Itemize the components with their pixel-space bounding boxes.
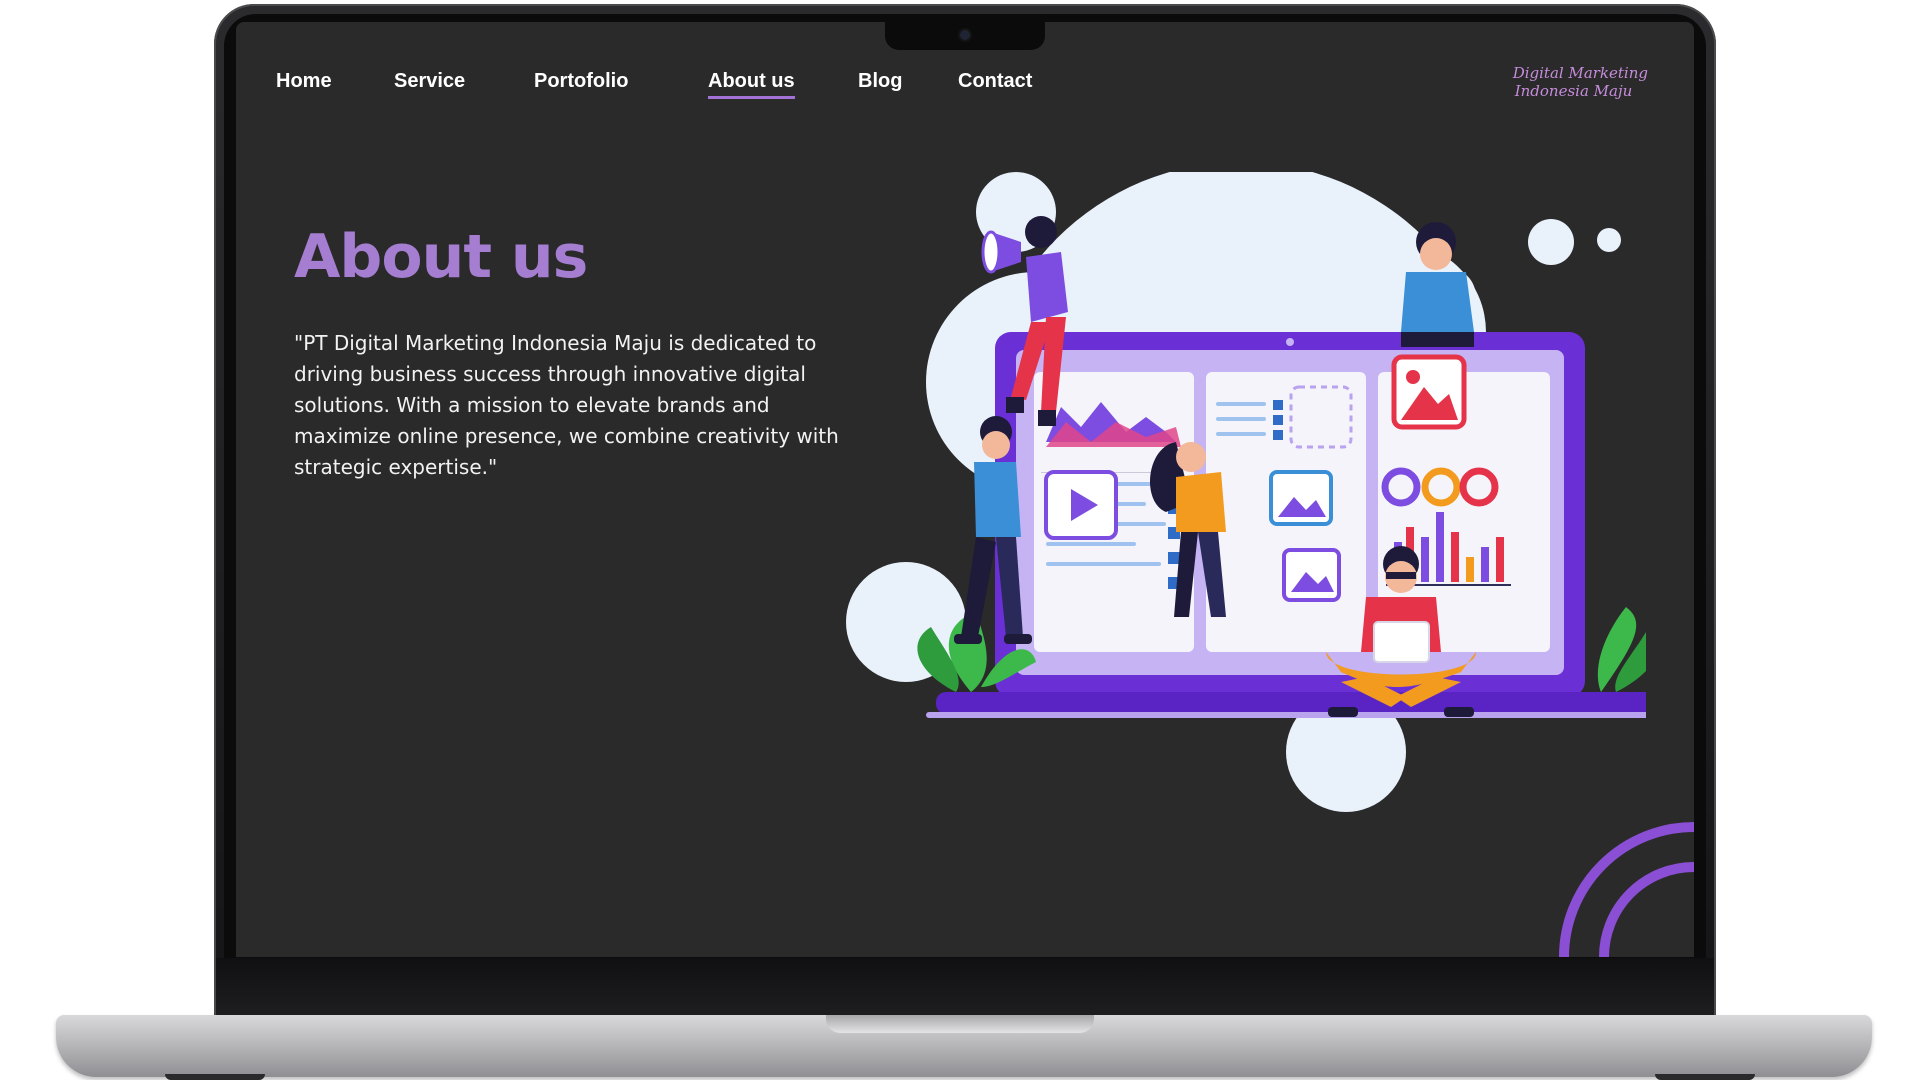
- nav-blog[interactable]: Blog: [858, 70, 902, 93]
- page-title: About us: [294, 222, 588, 292]
- camera-icon: [960, 30, 970, 40]
- nav-home[interactable]: Home: [276, 70, 332, 93]
- brand-logo[interactable]: Digital Marketing Indonesia Maju: [1513, 64, 1648, 100]
- about-description: "PT Digital Marketing Indonesia Maju is …: [294, 331, 839, 479]
- decorative-arcs: [1559, 822, 1694, 957]
- nav-contact[interactable]: Contact: [958, 70, 1032, 93]
- team-illustration: [846, 172, 1646, 812]
- website-screen: Home Service Portofolio About us Blog Co…: [236, 22, 1694, 957]
- nav-portofolio[interactable]: Portofolio: [534, 70, 628, 93]
- plant-right: [1597, 607, 1646, 692]
- laptop-foot-left: [165, 1074, 265, 1080]
- laptop-groove: [826, 1015, 1094, 1033]
- laptop-chin: [216, 958, 1714, 1016]
- nav-about-us[interactable]: About us: [708, 70, 795, 99]
- nav-service[interactable]: Service: [394, 70, 465, 93]
- camera-notch: [885, 22, 1045, 50]
- laptop-foot-right: [1655, 1074, 1755, 1080]
- brand-line-1: Digital Marketing: [1512, 64, 1648, 82]
- brand-line-2: Indonesia Maju: [1514, 82, 1633, 100]
